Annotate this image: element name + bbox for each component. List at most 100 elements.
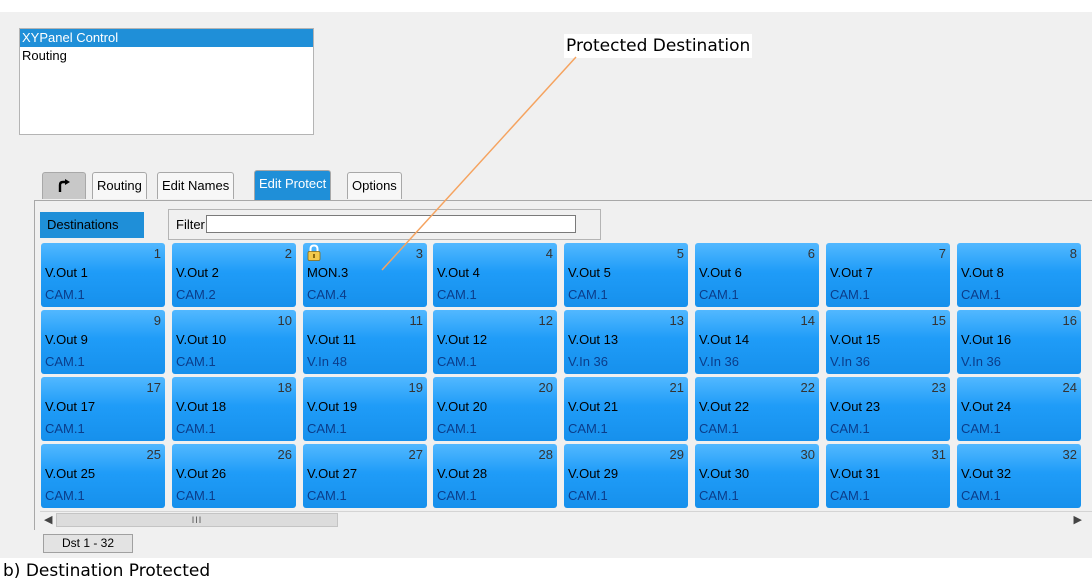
destination-source: CAM.1: [437, 354, 477, 369]
destination-name: V.Out 20: [437, 399, 488, 414]
destination-name: MON.3: [307, 265, 349, 280]
destination-number: 32: [1062, 447, 1077, 462]
destination-number: 17: [146, 380, 161, 395]
destination-number: 24: [1062, 380, 1077, 395]
destination-source: CAM.1: [568, 287, 608, 302]
destination-number: 15: [931, 313, 946, 328]
destination-source: CAM.1: [961, 488, 1001, 503]
destination-source: V.In 36: [961, 354, 1002, 369]
destination-source: CAM.1: [45, 421, 85, 436]
destination-tile[interactable]: 8 V.Out 8 CAM.1: [957, 243, 1081, 307]
tab-back[interactable]: [42, 172, 86, 199]
destination-source: CAM.1: [176, 488, 216, 503]
destination-source: V.In 36: [830, 354, 871, 369]
destination-number: 11: [409, 313, 424, 328]
scroll-left-arrow-icon[interactable]: ◀: [44, 512, 52, 528]
destination-number: 14: [800, 313, 815, 328]
filter-label: Filter:: [176, 217, 209, 232]
destination-number: 16: [1062, 313, 1077, 328]
destination-name: V.Out 2: [176, 265, 219, 280]
scroll-right-arrow-icon[interactable]: ▶: [1074, 512, 1082, 528]
tab-routing[interactable]: Routing: [92, 172, 147, 199]
destination-tile[interactable]: 19 V.Out 19 CAM.1: [303, 377, 427, 441]
destination-name: V.Out 18: [176, 399, 227, 414]
destination-tile[interactable]: 30 V.Out 30 CAM.1: [695, 444, 819, 508]
scroll-thumb[interactable]: III: [56, 513, 338, 527]
destination-source: V.In 48: [307, 354, 348, 369]
destination-source: CAM.1: [45, 354, 85, 369]
tab-edit-protect[interactable]: Edit Protect: [254, 170, 332, 200]
destination-name: V.Out 15: [830, 332, 881, 347]
destination-tile[interactable]: 29 V.Out 29 CAM.1: [564, 444, 688, 508]
nav-item-routing[interactable]: Routing: [20, 47, 313, 65]
destination-tile[interactable]: 17 V.Out 17 CAM.1: [41, 377, 165, 441]
destination-number: 2: [284, 246, 292, 261]
destination-tile[interactable]: 22 V.Out 22 CAM.1: [695, 377, 819, 441]
destination-tile[interactable]: 27 V.Out 27 CAM.1: [303, 444, 427, 508]
destination-tile[interactable]: 10 V.Out 10 CAM.1: [172, 310, 296, 374]
destination-number: 3: [415, 246, 423, 261]
destination-tile[interactable]: 11 V.Out 11 V.In 48: [303, 310, 427, 374]
destination-name: V.Out 9: [45, 332, 88, 347]
destination-name: V.Out 10: [176, 332, 227, 347]
destination-source: CAM.1: [45, 287, 85, 302]
destination-tile[interactable]: 18 V.Out 18 CAM.1: [172, 377, 296, 441]
destinations-button[interactable]: Destinations: [40, 212, 144, 238]
destination-number: 30: [800, 447, 815, 462]
destination-name: V.Out 6: [699, 265, 742, 280]
destination-name: V.Out 13: [568, 332, 619, 347]
filter-input[interactable]: [206, 215, 576, 233]
destination-number: 12: [538, 313, 553, 328]
tab-options[interactable]: Options: [347, 172, 402, 199]
destination-tile[interactable]: 31 V.Out 31 CAM.1: [826, 444, 950, 508]
destination-source: CAM.1: [437, 287, 477, 302]
destination-tile[interactable]: 21 V.Out 21 CAM.1: [564, 377, 688, 441]
destination-number: 22: [800, 380, 815, 395]
destination-number: 23: [931, 380, 946, 395]
destination-tile[interactable]: 9 V.Out 9 CAM.1: [41, 310, 165, 374]
page-button-dst-1-32[interactable]: Dst 1 - 32: [43, 534, 133, 553]
horizontal-scrollbar[interactable]: ◀ III ▶: [40, 511, 1092, 528]
destination-tile[interactable]: 7 V.Out 7 CAM.1: [826, 243, 950, 307]
destination-tile[interactable]: 26 V.Out 26 CAM.1: [172, 444, 296, 508]
destination-tile[interactable]: 14 V.Out 14 V.In 36: [695, 310, 819, 374]
destination-number: 13: [669, 313, 684, 328]
destination-tile[interactable]: 25 V.Out 25 CAM.1: [41, 444, 165, 508]
tab-edit-names[interactable]: Edit Names: [157, 172, 235, 199]
nav-list: XYPanel Control Routing: [19, 28, 314, 135]
nav-item-xypanel-control[interactable]: XYPanel Control: [20, 29, 313, 47]
destination-number: 18: [277, 380, 292, 395]
destination-source: CAM.1: [307, 421, 347, 436]
destination-name: V.Out 11: [307, 332, 357, 347]
destination-tile[interactable]: 5 V.Out 5 CAM.1: [564, 243, 688, 307]
destination-source: CAM.1: [176, 354, 216, 369]
destination-source: CAM.1: [437, 421, 477, 436]
destination-tile[interactable]: 6 V.Out 6 CAM.1: [695, 243, 819, 307]
destination-tile[interactable]: 24 V.Out 24 CAM.1: [957, 377, 1081, 441]
destination-tile[interactable]: 23 V.Out 23 CAM.1: [826, 377, 950, 441]
destination-tile[interactable]: 16 V.Out 16 V.In 36: [957, 310, 1081, 374]
destination-source: CAM.1: [699, 488, 739, 503]
destination-tile[interactable]: 1 V.Out 1 CAM.1: [41, 243, 165, 307]
destination-tile[interactable]: 2 V.Out 2 CAM.2: [172, 243, 296, 307]
destination-name: V.Out 1: [45, 265, 88, 280]
destination-number: 29: [669, 447, 684, 462]
destination-number: 1: [153, 246, 161, 261]
destination-number: 5: [676, 246, 684, 261]
destination-tile[interactable]: 13 V.Out 13 V.In 36: [564, 310, 688, 374]
destination-tile[interactable]: 12 V.Out 12 CAM.1: [433, 310, 557, 374]
destination-number: 4: [545, 246, 553, 261]
destination-tile[interactable]: 28 V.Out 28 CAM.1: [433, 444, 557, 508]
destination-tile[interactable]: 32 V.Out 32 CAM.1: [957, 444, 1081, 508]
destination-tile[interactable]: 3 MON.3 CAM.4: [303, 243, 427, 307]
destination-source: CAM.1: [830, 421, 870, 436]
destination-name: V.Out 12: [437, 332, 488, 347]
destination-tile[interactable]: 20 V.Out 20 CAM.1: [433, 377, 557, 441]
destination-tile[interactable]: 4 V.Out 4 CAM.1: [433, 243, 557, 307]
destination-name: V.Out 16: [961, 332, 1012, 347]
destination-number: 21: [669, 380, 684, 395]
destination-source: CAM.1: [176, 421, 216, 436]
destination-source: CAM.1: [307, 488, 347, 503]
destination-name: V.Out 27: [307, 466, 358, 481]
destination-tile[interactable]: 15 V.Out 15 V.In 36: [826, 310, 950, 374]
